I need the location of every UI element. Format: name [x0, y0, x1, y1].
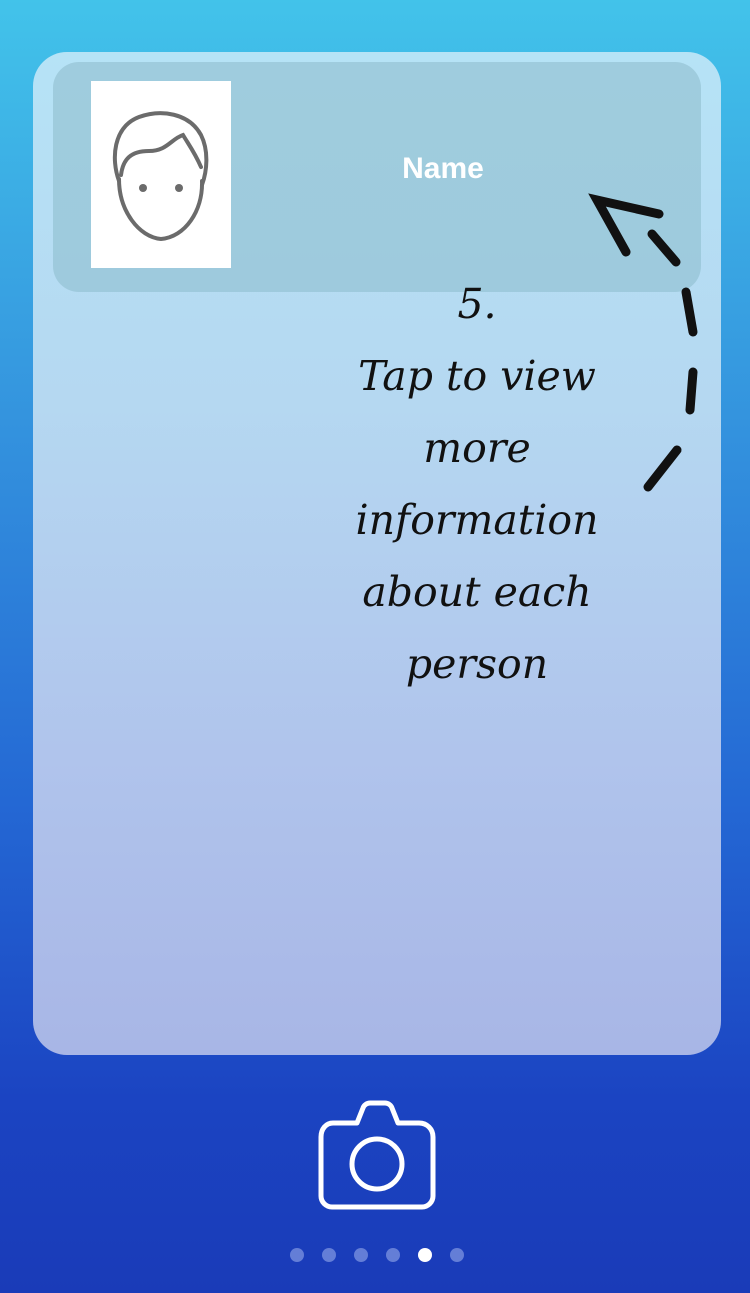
page-dot[interactable] — [322, 1248, 336, 1262]
hint-line: Tap to view — [358, 352, 596, 400]
person-row[interactable]: Name — [53, 62, 701, 292]
page-dot[interactable] — [290, 1248, 304, 1262]
tap-hint: 5. Tap to view more information about ea… — [322, 268, 632, 700]
hint-line: about each — [362, 568, 592, 616]
face-outline-icon — [112, 111, 209, 242]
camera-button[interactable] — [315, 1098, 439, 1214]
page-dot[interactable] — [354, 1248, 368, 1262]
page-indicator[interactable] — [290, 1248, 470, 1264]
person-name: Name — [402, 152, 484, 185]
page-dot-active[interactable] — [418, 1248, 432, 1262]
hint-line: person — [405, 640, 549, 688]
hint-line: information — [355, 496, 599, 544]
page-dot[interactable] — [450, 1248, 464, 1262]
hint-step-number: 5. — [457, 280, 497, 328]
camera-icon[interactable] — [315, 1098, 439, 1214]
hint-line: more — [423, 424, 531, 472]
avatar — [91, 81, 231, 268]
page-dot[interactable] — [386, 1248, 400, 1262]
